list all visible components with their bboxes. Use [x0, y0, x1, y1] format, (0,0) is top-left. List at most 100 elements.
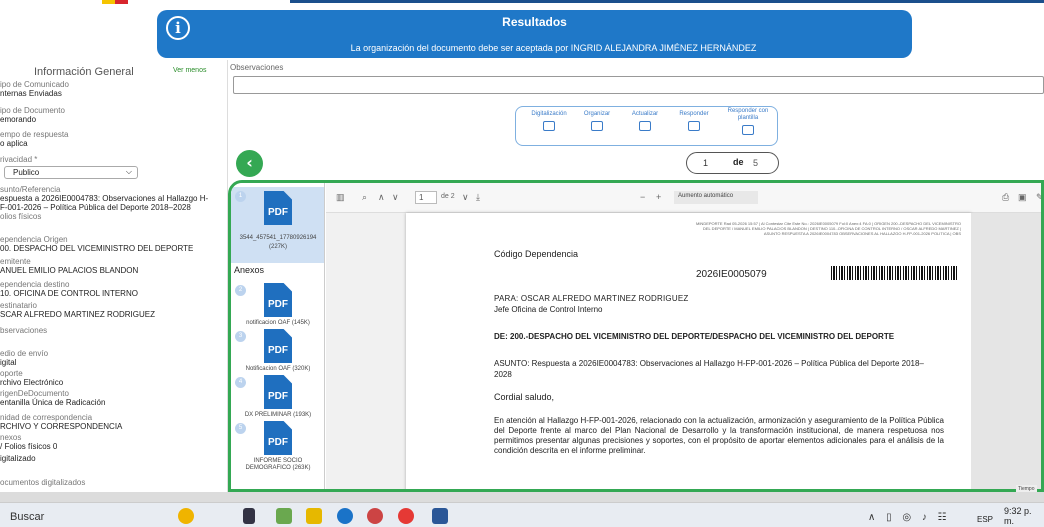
- radicado-number: 2026IE0005079: [696, 269, 767, 280]
- reply-doc-icon: [688, 121, 700, 131]
- download-icon[interactable]: ⤓: [476, 192, 480, 203]
- pdf-viewer-margin: [971, 213, 1041, 489]
- sidebar-field: igitalizado: [0, 454, 36, 463]
- organizar-button[interactable]: Organizar: [576, 111, 618, 131]
- body-paragraph: En atención al Hallazgo H-FP-001-2026, r…: [494, 416, 944, 455]
- refresh-doc-icon: [639, 121, 651, 131]
- para-role: Jefe Oficina de Control Interno: [494, 305, 603, 314]
- sidebar-field-label: estinatario: [0, 301, 37, 310]
- digitalizacion-button[interactable]: Digitalización: [526, 111, 572, 131]
- banner-title: Resultados: [502, 15, 567, 29]
- sidebar-field: sunto/Referencia espuesta a 2026IE0004783…: [0, 185, 208, 212]
- pdf-page-count: de 2: [441, 193, 455, 200]
- actualizar-button[interactable]: Actualizar: [624, 111, 666, 131]
- pdf-page: MINDEPORTE Rad 05-2026 15:57 | Al Contes…: [406, 213, 971, 489]
- sidebar-field-label: bservaciones: [0, 326, 48, 335]
- observaciones-input[interactable]: [233, 76, 1044, 94]
- sidebar-field: olios físicos: [0, 212, 41, 221]
- zoom-select[interactable]: Aumento automático: [674, 191, 758, 204]
- back-button[interactable]: ‹: [236, 150, 263, 177]
- actions-toolbar: Digitalización Organizar Actualizar Resp…: [515, 106, 778, 146]
- sidebar-field-value: RCHIVO Y CORRESPONDENCIA: [0, 422, 123, 431]
- file-explorer-icon[interactable]: [306, 508, 322, 524]
- word-icon[interactable]: [432, 508, 448, 524]
- sidebar-field-value: SCAR ALFREDO MARTINEZ RODRIGUEZ: [0, 310, 155, 319]
- pdf-page-input[interactable]: 1: [415, 191, 437, 204]
- language-indicator[interactable]: ESP: [977, 515, 993, 524]
- print-icon[interactable]: ⎙: [1002, 192, 1009, 203]
- camera-icon: [543, 121, 555, 131]
- zoom-in-icon[interactable]: +: [656, 192, 661, 202]
- ver-menos-link[interactable]: Ver menos: [173, 67, 206, 74]
- responder-button[interactable]: Responder: [672, 111, 716, 131]
- app-icon[interactable]: [276, 508, 292, 524]
- sidebar-field-label: empo de respuesta: [0, 130, 69, 139]
- sidebar-field: ependencia destino 10. OFICINA DE CONTROL…: [0, 280, 138, 298]
- sidebar-field-label: rigenDeDocumento: [0, 389, 69, 398]
- attachment-item[interactable]: 4 PDF DX PRELIMINAR (193K): [231, 375, 324, 421]
- taskbar-search[interactable]: Buscar: [10, 511, 44, 523]
- anexos-heading: Anexos: [234, 265, 265, 275]
- sidebar-field-label: ocumentos digitalizados: [0, 478, 86, 487]
- responder-plantilla-button[interactable]: Responder con plantilla: [722, 108, 774, 135]
- sidebar-field: nexos / Folios físicos 0: [0, 433, 57, 451]
- sidebar-field: rigenDeDocumento entanilla Única de Radic…: [0, 389, 105, 407]
- pdf-viewer: ▥ ⌕ ∧ ∨ 1 de 2 ∨ ⤓ − + Aumento automátic…: [326, 183, 1041, 489]
- pager-current-input[interactable]: 1: [703, 158, 723, 168]
- privacy-select[interactable]: Publico ⌵: [4, 166, 138, 179]
- banner-message: La organización del documento debe ser a…: [350, 43, 757, 53]
- sidebar-field-label: ipo de Documento: [0, 106, 65, 115]
- pager-total: 5: [753, 158, 759, 168]
- sidebar-field: empo de respuesta o aplica: [0, 130, 69, 148]
- prev-page-icon[interactable]: ∧: [378, 192, 385, 203]
- edge-icon[interactable]: [337, 508, 353, 524]
- save-icon[interactable]: ▣: [1018, 192, 1027, 203]
- attachment-item[interactable]: 5 PDF INFORME SOCIO DEMOGRAFICO (263K): [231, 421, 324, 477]
- sidebar-field-value: entanilla Única de Radicación: [0, 398, 106, 407]
- sidebar-title: Información General: [34, 66, 134, 78]
- find-icon[interactable]: ⌕: [362, 192, 367, 203]
- sidebar-field: rivacidad *: [0, 155, 37, 164]
- taskbar: Buscar ∧ ▯ ◎ ♪ ☷ ESP 9:32 p. m.: [0, 502, 1044, 527]
- sidebar-field-value: ANUEL EMILIO PALACIOS BLANDON: [0, 266, 139, 275]
- sidebar-field-label: emitente: [0, 257, 31, 266]
- sidebar-field-value: emorando: [0, 115, 37, 124]
- horizontal-scrollbar[interactable]: [0, 492, 1044, 502]
- sidebar-field-label: sunto/Referencia: [0, 185, 61, 194]
- codigo-dependencia: Código Dependencia: [494, 249, 579, 259]
- results-banner: i Resultados La organización del documen…: [157, 10, 912, 58]
- attachment-number: 3: [235, 331, 246, 342]
- saludo: Cordial saludo,: [494, 392, 555, 402]
- sidebar-field: nidad de correspondencia RCHIVO Y CORRESP…: [0, 413, 122, 431]
- organizar-label: Organizar: [583, 111, 611, 117]
- system-tray-icons[interactable]: ∧ ▯ ◎ ♪ ☷: [868, 512, 951, 523]
- attachment-item[interactable]: 3 PDF Notificacion OAF (320K): [231, 329, 324, 375]
- folder-icon: [591, 121, 603, 131]
- attachment-item[interactable]: 2 PDF notificacion OAF (145K): [231, 283, 324, 329]
- pager-de-label: de: [733, 157, 744, 167]
- attachment-number: 5: [235, 423, 246, 434]
- app-icon-2[interactable]: [367, 508, 383, 524]
- clock[interactable]: 9:32 p. m.: [1004, 506, 1044, 526]
- task-view-icon[interactable]: [243, 508, 255, 524]
- chevron-down-icon: ⌵: [125, 167, 132, 176]
- attachment-name: notificacion OAF (145K): [246, 320, 310, 326]
- sidebar-field: estinatario SCAR ALFREDO MARTINEZ RODRIGU…: [0, 301, 155, 319]
- attachment-size: (227K): [268, 244, 287, 250]
- sidebar-field: ependencia Origen 00. DESPACHO DEL VICEMI…: [0, 235, 193, 253]
- sidebar-field-value: rchivo Electrónico: [0, 378, 64, 387]
- zoom-out-icon[interactable]: −: [640, 192, 645, 202]
- sidebar-toggle-icon[interactable]: ▥: [336, 192, 345, 203]
- flag-stripe: [102, 0, 128, 4]
- next-page-icon[interactable]: ∨: [392, 192, 399, 203]
- edit-icon[interactable]: ✎: [1036, 192, 1041, 203]
- copilot-icon[interactable]: [178, 508, 194, 524]
- pdf-icon: PDF: [264, 191, 292, 225]
- attachment-main[interactable]: 1 PDF 3544_457541_17780926194 (227K): [231, 187, 324, 263]
- sidebar-field: ipo de Documento emorando: [0, 106, 65, 124]
- sidebar-field-label: ipo de Comunicado: [0, 80, 69, 89]
- chevron-down-icon[interactable]: ∨: [462, 192, 469, 203]
- template-icon: [742, 125, 754, 135]
- responder-plantilla-label: Responder con plantilla: [727, 108, 769, 121]
- chrome-icon[interactable]: [398, 508, 414, 524]
